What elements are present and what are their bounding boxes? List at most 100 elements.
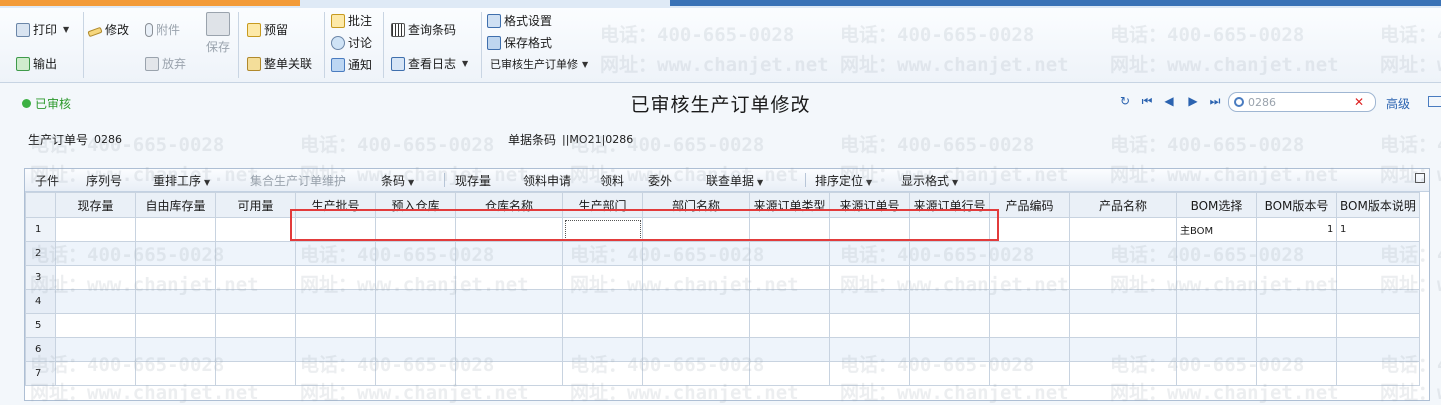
- accent-blue: [670, 0, 1441, 6]
- refresh-icon[interactable]: ↻: [1118, 94, 1132, 108]
- material-request-button[interactable]: 领料申请: [523, 172, 571, 189]
- cell-bom-desc[interactable]: 1: [1336, 217, 1420, 242]
- table-row[interactable]: 4: [25, 289, 1420, 314]
- column-header[interactable]: 生产批号: [295, 192, 376, 218]
- cell-bom-version[interactable]: 1: [1256, 217, 1337, 242]
- format-settings-button[interactable]: 格式设置: [487, 11, 552, 31]
- detail-grid: 子件 序列号 重排工序 ▼ 集合生产订单维护 条码 ▼ 现存量 领料申请 领料 委外…: [24, 168, 1430, 401]
- previous-record-icon[interactable]: ◀: [1162, 94, 1176, 108]
- attach-button[interactable]: 附件: [145, 20, 180, 40]
- column-header[interactable]: 仓库名称: [455, 192, 563, 218]
- cell[interactable]: [909, 217, 990, 242]
- first-record-icon[interactable]: ⏮: [1140, 94, 1154, 108]
- display-format-button[interactable]: 显示格式 ▼: [901, 172, 958, 189]
- divider: [324, 12, 325, 78]
- table-row[interactable]: 6: [25, 337, 1420, 362]
- list-view-icon[interactable]: [1428, 96, 1441, 107]
- modify-button[interactable]: 修改: [87, 20, 129, 40]
- printer-icon: [16, 23, 30, 37]
- print-button[interactable]: 打印 ▼: [16, 20, 69, 40]
- child-parts-button[interactable]: 子件: [35, 172, 59, 189]
- cell[interactable]: [642, 217, 750, 242]
- cell[interactable]: [295, 217, 376, 242]
- column-header[interactable]: 来源订单类型: [749, 192, 830, 218]
- clear-icon[interactable]: ✕: [1354, 95, 1364, 109]
- table-row[interactable]: 7: [25, 361, 1420, 386]
- advanced-link[interactable]: 高级: [1386, 95, 1410, 112]
- cell[interactable]: [749, 217, 830, 242]
- order-no-value[interactable]: 0286: [94, 133, 122, 146]
- format-select[interactable]: 已审核生产订单修 ▼: [490, 55, 588, 75]
- last-record-icon[interactable]: ⏭: [1208, 94, 1222, 108]
- divider: [383, 12, 384, 78]
- notify-button[interactable]: 通知: [331, 55, 372, 75]
- save-format-button[interactable]: 保存格式: [487, 33, 552, 53]
- row-number: 4: [25, 289, 56, 314]
- discuss-button[interactable]: 讨论: [331, 33, 372, 53]
- cell[interactable]: [829, 217, 910, 242]
- reserve-button[interactable]: 预留: [247, 20, 288, 40]
- save-format-icon: [487, 36, 501, 50]
- column-header[interactable]: 产品名称: [1069, 192, 1177, 218]
- column-header[interactable]: BOM版本号: [1256, 192, 1337, 218]
- table-row[interactable]: 3: [25, 265, 1420, 290]
- column-header[interactable]: 现存量: [55, 192, 136, 218]
- divider: [444, 173, 445, 187]
- top-accent-strip: [0, 0, 1441, 8]
- cell[interactable]: [375, 217, 456, 242]
- chevron-down-icon: ▼: [952, 178, 959, 187]
- column-header[interactable]: 预入仓库: [375, 192, 456, 218]
- discard-button[interactable]: 放弃: [145, 54, 186, 74]
- row-number: 2: [25, 241, 56, 266]
- cell[interactable]: [1069, 217, 1177, 242]
- cell[interactable]: [215, 217, 296, 242]
- annotate-button[interactable]: 批注: [331, 11, 372, 31]
- expand-icon[interactable]: [1415, 173, 1425, 183]
- next-record-icon[interactable]: ▶: [1186, 94, 1200, 108]
- chevron-down-icon[interactable]: ▼: [462, 54, 468, 74]
- column-header[interactable]: 产品编码: [989, 192, 1070, 218]
- column-header[interactable]: 来源订单号: [829, 192, 910, 218]
- cell[interactable]: [455, 217, 563, 242]
- chevron-down-icon: ▼: [204, 178, 211, 187]
- linked-docs-button[interactable]: 联查单据 ▼: [706, 172, 763, 189]
- column-header[interactable]: 可用量: [215, 192, 296, 218]
- chevron-down-icon[interactable]: ▼: [63, 20, 69, 40]
- query-barcode-button[interactable]: 查询条码: [391, 20, 456, 40]
- column-header[interactable]: 来源订单行号: [909, 192, 990, 218]
- stock-button[interactable]: 现存量: [455, 172, 491, 189]
- cell-bom-select[interactable]: 主BOM: [1176, 217, 1257, 242]
- export-button[interactable]: 输出: [16, 54, 57, 74]
- table-row[interactable]: 1 主BOM 1 1: [25, 217, 1420, 242]
- outsource-button[interactable]: 委外: [648, 172, 672, 189]
- table-row[interactable]: 5: [25, 313, 1420, 338]
- serial-number-button[interactable]: 序列号: [86, 172, 122, 189]
- save-button[interactable]: 保存: [204, 12, 232, 55]
- barcode-menu-button[interactable]: 条码 ▼: [381, 172, 414, 189]
- cell[interactable]: [989, 217, 1070, 242]
- search-input[interactable]: [1248, 95, 1352, 109]
- row-number: 1: [25, 217, 56, 242]
- cell[interactable]: [135, 217, 216, 242]
- discard-icon: [145, 57, 159, 71]
- material-issue-button[interactable]: 领料: [600, 172, 624, 189]
- watermark: 电话：400-665-0028: [1380, 134, 1441, 156]
- column-header[interactable]: 部门名称: [642, 192, 750, 218]
- sort-locate-button[interactable]: 排序定位 ▼: [815, 172, 872, 189]
- table-row[interactable]: 2: [25, 241, 1420, 266]
- column-header[interactable]: 自由库存量: [135, 192, 216, 218]
- barcode-value[interactable]: ||MO21|0286: [562, 133, 633, 146]
- cell[interactable]: [55, 217, 136, 242]
- link-all-button[interactable]: 整单关联: [247, 54, 312, 74]
- cell-production-dept[interactable]: [562, 217, 643, 242]
- pencil-icon: [87, 26, 103, 38]
- view-log-button[interactable]: 查看日志 ▼: [391, 54, 468, 74]
- watermark: 电话：400-665-0028: [1110, 134, 1305, 156]
- batch-order-maintain-button[interactable]: 集合生产订单维护: [250, 172, 346, 189]
- page-title: 已审核生产订单修改: [630, 94, 811, 116]
- column-header[interactable]: BOM选择: [1176, 192, 1257, 218]
- reorder-process-button[interactable]: 重排工序 ▼: [153, 172, 210, 189]
- grid-toolbar: 子件 序列号 重排工序 ▼ 集合生产订单维护 条码 ▼ 现存量 领料申请 领料 委外…: [25, 169, 1429, 192]
- column-header[interactable]: 生产部门: [562, 192, 643, 218]
- column-header[interactable]: BOM版本说明: [1336, 192, 1420, 218]
